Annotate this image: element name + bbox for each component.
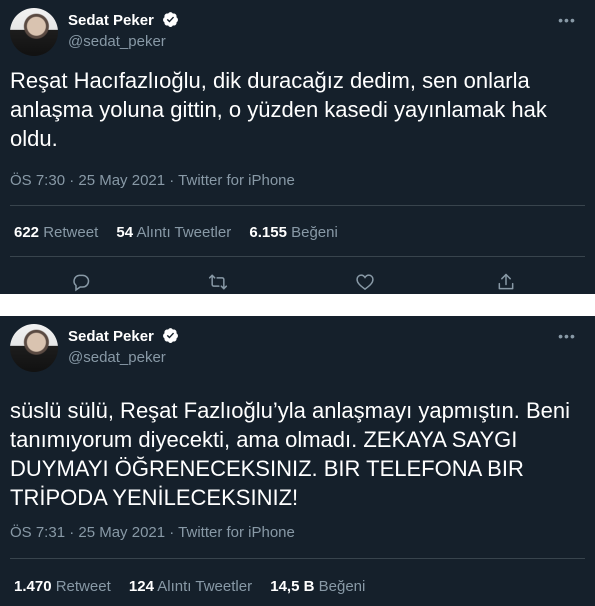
divider	[10, 558, 585, 559]
tweet-text: süslü sülü, Reşat Fazlıoğlu’yla anlaşmay…	[10, 398, 571, 510]
author-name-row: Sedat Peker	[68, 11, 179, 30]
verified-badge-icon	[163, 12, 179, 27]
author-name-row: Sedat Peker	[68, 327, 179, 346]
retweet-count: 622	[14, 224, 40, 241]
tweet-stats: 622 Retweet 54 Alıntı Tweetler 6.155 Beğ…	[14, 224, 352, 241]
retweet-stat[interactable]: 1.470 Retweet	[14, 578, 111, 595]
tweet-stats: 1.470 Retweet 124 Alıntı Tweetler 14,5 B…	[14, 578, 379, 595]
quote-stat[interactable]: 54 Alıntı Tweetler	[116, 224, 231, 241]
divider	[10, 205, 585, 206]
display-name[interactable]: Sedat Peker	[68, 12, 154, 29]
tweet-card: Sedat Peker @sedat_peker ••• süslü sülü,…	[0, 316, 595, 606]
tweet-timestamp[interactable]: ÖS 7:30 · 25 May 2021 · Twitter for iPho…	[10, 172, 295, 189]
quote-count: 54	[116, 224, 134, 241]
tweet-actions	[0, 270, 595, 294]
more-options-icon[interactable]: •••	[555, 10, 579, 30]
screenshot-separator	[0, 294, 595, 316]
quote-count: 124	[128, 578, 154, 595]
like-stat[interactable]: 6.155 Beğeni	[249, 224, 337, 241]
tweet-text: Reşat Hacıfazlıoğlu, dik duracağız dedim…	[10, 68, 547, 151]
tweet-card: Sedat Peker @sedat_peker ••• Reşat Hacıf…	[0, 0, 595, 294]
handle[interactable]: @sedat_peker	[68, 349, 166, 366]
like-label: Beğeni	[318, 578, 366, 595]
like-count: 14,5 B	[270, 578, 315, 595]
like-label: Beğeni	[291, 224, 338, 241]
reply-icon[interactable]	[69, 270, 93, 294]
share-icon[interactable]	[494, 270, 518, 294]
like-count: 6.155	[249, 224, 287, 241]
retweet-icon[interactable]	[206, 270, 230, 294]
retweet-stat[interactable]: 622 Retweet	[14, 224, 98, 241]
display-name[interactable]: Sedat Peker	[68, 328, 154, 345]
retweet-label: Retweet	[55, 578, 111, 595]
retweet-count: 1.470	[14, 578, 52, 595]
divider	[10, 256, 585, 257]
quote-stat[interactable]: 124 Alıntı Tweetler	[129, 578, 252, 595]
retweet-label: Retweet	[43, 224, 99, 241]
avatar[interactable]	[10, 324, 58, 372]
verified-badge-icon	[163, 328, 179, 343]
tweet-header: Sedat Peker @sedat_peker •••	[10, 324, 585, 372]
avatar[interactable]	[10, 8, 58, 56]
more-options-icon[interactable]: •••	[555, 326, 579, 346]
quote-label: Alıntı Tweetler	[136, 224, 232, 241]
tweet-header: Sedat Peker @sedat_peker •••	[10, 8, 585, 56]
like-icon[interactable]	[353, 270, 377, 294]
tweet-timestamp[interactable]: ÖS 7:31 · 25 May 2021 · Twitter for iPho…	[10, 524, 295, 541]
like-stat[interactable]: 14,5 B Beğeni	[270, 578, 365, 595]
quote-label: Alıntı Tweetler	[157, 578, 253, 595]
handle[interactable]: @sedat_peker	[68, 33, 166, 50]
